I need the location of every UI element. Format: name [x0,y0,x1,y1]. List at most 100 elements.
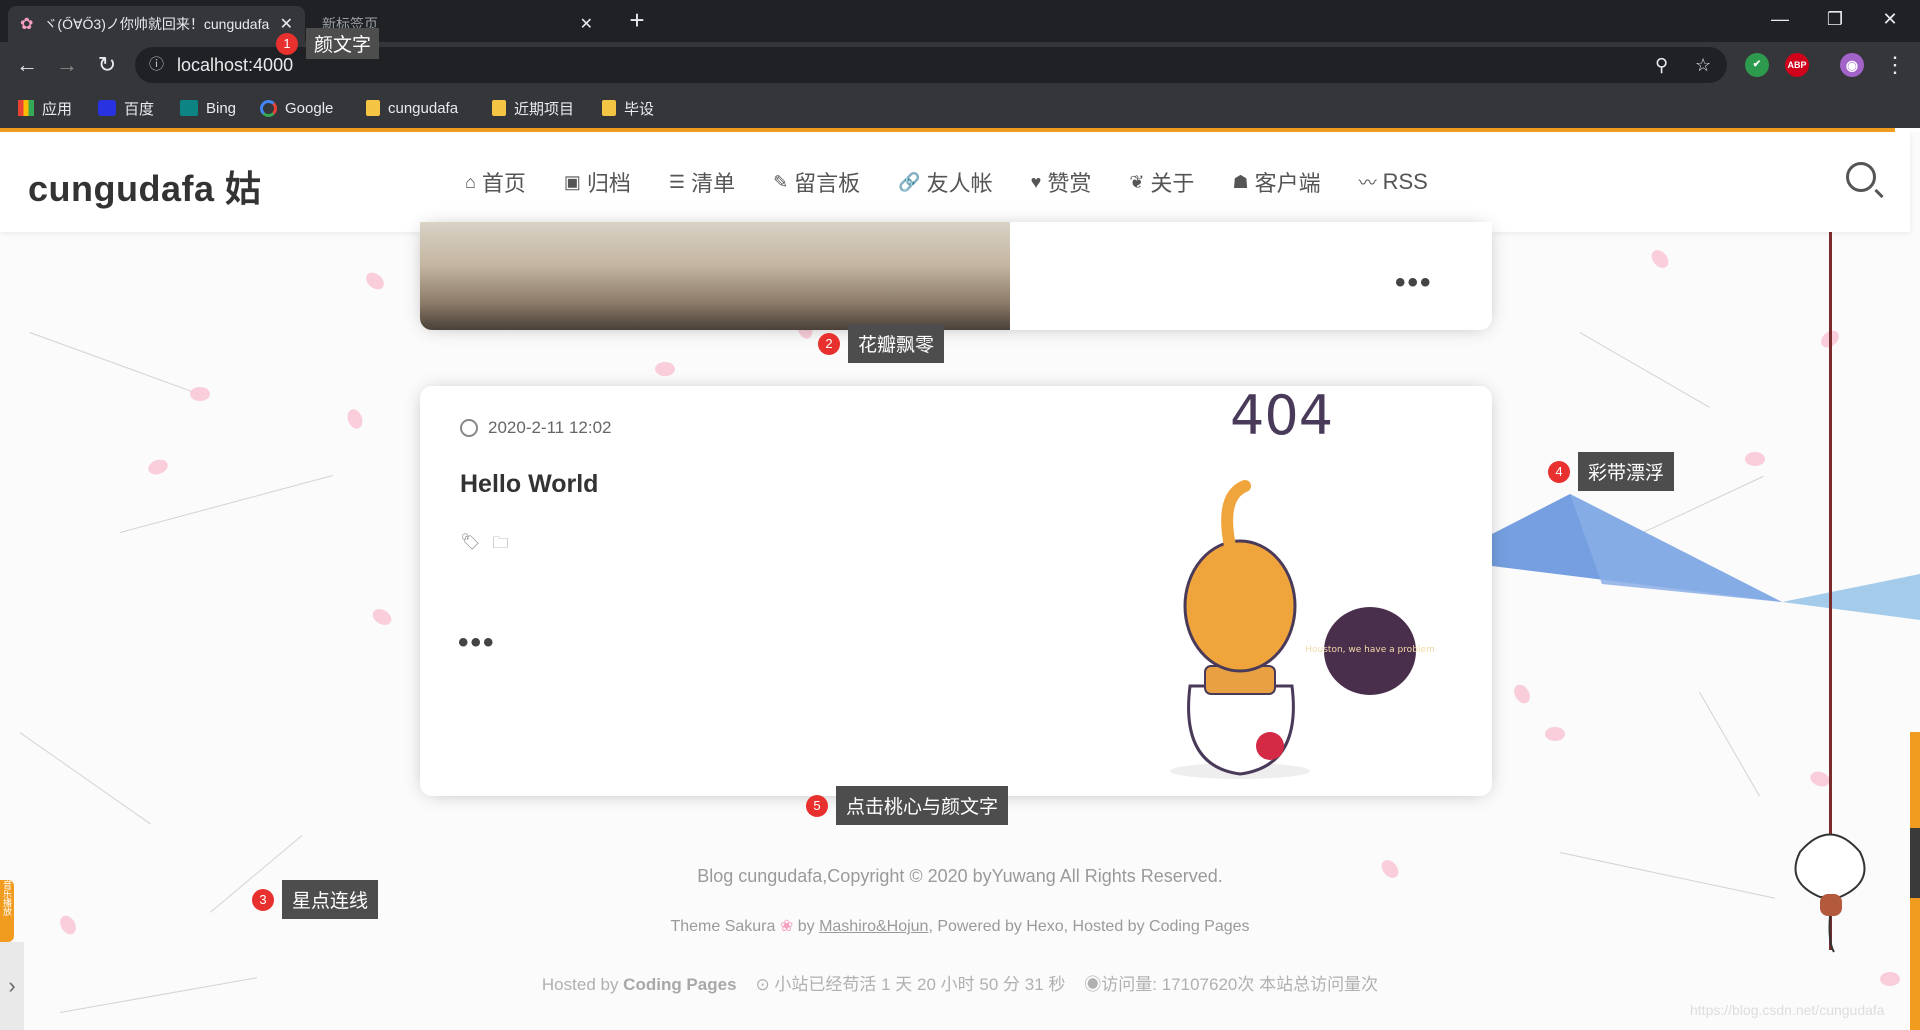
post-date-text: 2020-2-11 12:02 [488,418,612,437]
annotation-number: 4 [1548,460,1570,483]
folder-icon[interactable]: 🗀 [492,532,508,559]
more-button[interactable]: ••• [1395,266,1433,300]
scrollbar-thumb[interactable] [1910,828,1920,898]
zoom-icon[interactable]: ⚲ [1655,47,1668,83]
apps-icon [18,100,34,116]
leaf-icon: ❦ [1129,171,1145,192]
star-line [120,475,333,533]
nav-friends[interactable]: 🔗 友人帐 [898,166,992,198]
heart-icon: ♥ [1030,171,1042,192]
sakura-icon: ❀ [779,918,794,935]
speech-bubble: Houston, we have a problem [1305,645,1434,655]
bookmark-bing[interactable]: Bing [180,88,236,128]
maximize-button[interactable]: ❐ [1805,0,1865,36]
music-player-label: 音乐播放 [2,880,12,916]
annotation-3: 3 星点连线 [252,880,379,919]
back-button[interactable]: ← [12,50,42,80]
annotation-number: 5 [806,794,828,817]
minimize-button[interactable]: — [1750,0,1810,36]
google-icon [260,99,277,117]
nav-label: 赞赏 [1047,171,1092,196]
sakura-favicon-icon: ✿ [20,16,34,33]
annotation-label: 彩带漂浮 [1578,452,1675,491]
nav-label: 友人帐 [926,171,993,196]
home-icon: ⌂ [465,171,476,192]
bookmark-label: 毕设 [624,100,655,118]
site-logo[interactable]: cungudafa 姑 [28,160,262,212]
post-date: 2020-2-11 12:02 [460,418,612,438]
nav-list[interactable]: ☰ 清单 [669,166,735,198]
post-card[interactable]: 2020-2-11 12:02 Hello World 🏷 🗀 ••• 404 … [420,386,1492,796]
music-player-tab[interactable]: 音乐播放 [0,880,14,942]
bookmark-label: 近期项目 [514,100,575,118]
nav-label: RSS [1382,169,1428,194]
visit-counter: ◉访问量: 17107620次 本站总访问量次 [1084,975,1379,994]
nav-client[interactable]: ☗ 客户端 [1232,166,1320,198]
star-line [29,332,200,395]
menu-icon[interactable]: ⋮ [1880,50,1910,80]
window-close-button[interactable]: ✕ [1860,0,1920,36]
forward-button[interactable]: → [52,50,82,80]
tag-icon[interactable]: 🏷 [460,532,480,559]
annotation-label: 颜文字 [306,28,380,59]
bookmark-star-icon[interactable]: ☆ [1695,47,1711,83]
sakura-petal [345,407,365,431]
annotation-label: 星点连线 [282,880,379,919]
theme-powered: , Powered by Hexo, Hosted by Coding Page… [928,918,1250,935]
nav-home[interactable]: ⌂ 首页 [465,166,526,198]
bookmark-label: 百度 [124,100,155,118]
sakura-petal [190,387,210,401]
theme-author-link[interactable]: Mashiro&Hojun [819,918,928,935]
adblock-icon[interactable]: ABP [1785,53,1809,77]
bookmark-baidu[interactable]: 百度 [98,88,154,128]
bookmark-graduation[interactable]: 毕设 [602,88,654,128]
bookmark-google[interactable]: Google [260,88,333,128]
nav-rss[interactable]: 〰 RSS [1359,166,1428,198]
annotation-number: 3 [252,888,274,911]
sakura-petal [655,362,675,376]
nav-label: 客户端 [1254,171,1321,196]
back-to-top-cat[interactable] [1780,822,1880,962]
baidu-icon [98,100,116,116]
tab-title: ヾ(Ő∀Ő3)ノ你帅就回来！cungudafa [43,16,270,32]
star-line [19,732,152,825]
info-icon[interactable]: ⓘ [149,47,164,83]
sakura-petal [1745,452,1765,466]
new-tab-button[interactable]: + [622,6,652,36]
profile-icon[interactable]: ◉ [1840,53,1864,77]
bookmarks-bar: 应用 百度 Bing Google cungudafa 近期项目 毕设 [0,88,1920,128]
post-meta: 🏷 🗀 [460,532,520,559]
post-title[interactable]: Hello World [460,470,598,499]
reload-button[interactable]: ↻ [92,50,122,80]
nav-donate[interactable]: ♥ 赞赏 [1031,166,1092,198]
bookmark-label: Bing [206,99,237,117]
nav-label: 关于 [1150,171,1195,196]
tab-active[interactable]: ✿ ヾ(Ő∀Ő3)ノ你帅就回来！cungudafa ✕ [8,6,305,42]
nav-archive[interactable]: ▣ 归档 [564,166,631,198]
csdn-watermark: https://blog.csdn.net/cungudafa [1690,1002,1885,1018]
nav-about[interactable]: ❦ 关于 [1129,166,1194,198]
sakura-petal [1648,246,1672,272]
site-header: cungudafa 姑 ⌂ 首页 ▣ 归档 ☰ 清单 ✎ 留言板 🔗 友人帐 ♥ 赞赏 ❦ 关… [0,132,1910,232]
sakura-petal [146,457,170,477]
post-thumbnail-404-cat[interactable]: 404 Houston, we have a problem [1070,386,1450,796]
sakura-petal [362,269,388,293]
tab-close-icon[interactable]: ✕ [580,14,593,34]
bookmark-recent-projects[interactable]: 近期项目 [492,88,574,128]
edit-icon: ✎ [773,171,789,192]
expand-sidebar-button[interactable]: › [0,942,24,1030]
post-thumbnail[interactable] [420,222,1010,330]
hosted-bold[interactable]: Coding Pages [623,975,736,994]
shield-icon[interactable]: ✔ [1745,53,1769,77]
thumbnail-404-text: 404 [1230,386,1333,447]
folder-icon [602,100,616,116]
bookmark-cungudafa[interactable]: cungudafa [366,88,458,128]
annotation-2: 2 花瓣飘零 [818,324,945,363]
nav-label: 留言板 [794,171,861,196]
more-button[interactable]: ••• [458,626,496,660]
bookmark-apps[interactable]: 应用 [18,88,72,128]
search-icon[interactable] [1846,162,1876,192]
nav-guestbook[interactable]: ✎ 留言板 [773,166,860,198]
post-card[interactable]: ••• [420,222,1492,330]
archive-icon: ▣ [563,171,581,192]
